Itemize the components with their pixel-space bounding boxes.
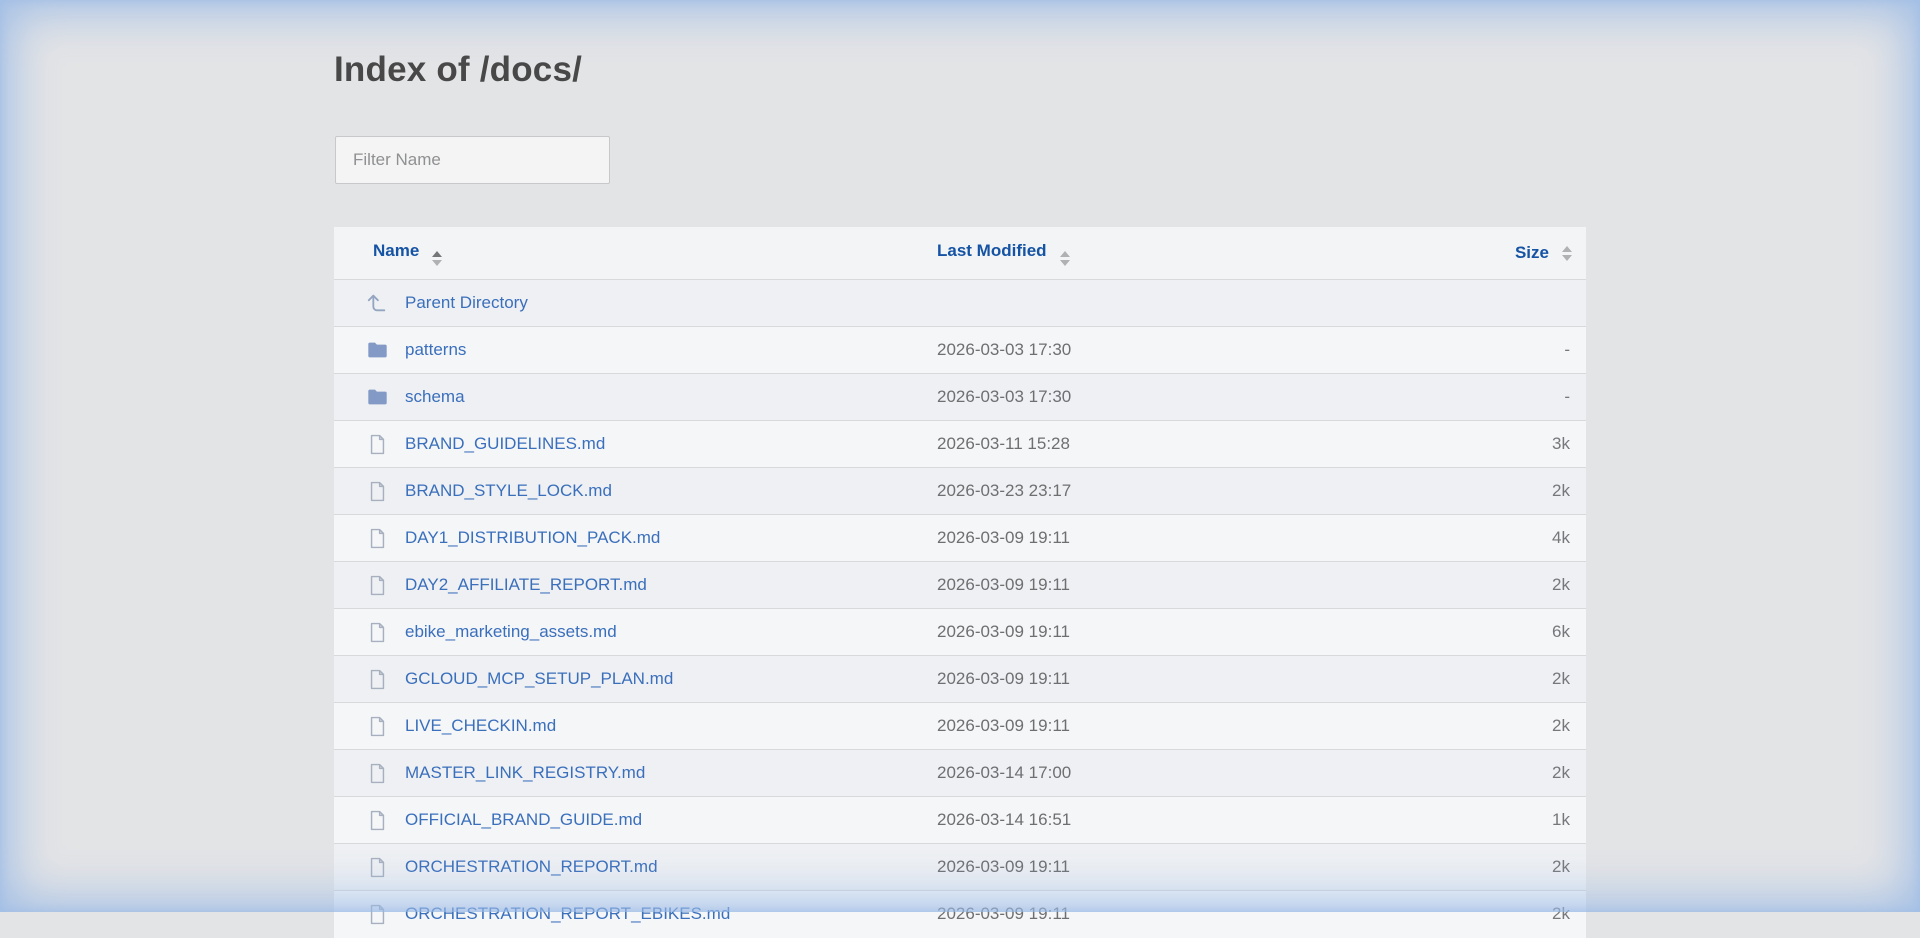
name-cell: LIVE_CHECKIN.md [334,703,937,750]
size-cell: 2k [1380,562,1586,609]
table-row: ORCHESTRATION_REPORT.md 2026-03-09 19:112… [334,844,1586,891]
file-link[interactable]: GCLOUD_MCP_SETUP_PLAN.md [405,669,673,689]
name-cell: DAY2_AFFILIATE_REPORT.md [334,562,937,609]
name-cell: ORCHESTRATION_REPORT.md [334,844,937,891]
table-row: Parent Directory [334,280,1586,327]
name-cell: BRAND_STYLE_LOCK.md [334,468,937,515]
file-link[interactable]: DAY2_AFFILIATE_REPORT.md [405,575,647,595]
file-link[interactable]: BRAND_GUIDELINES.md [405,434,605,454]
file-icon [366,621,388,643]
file-link[interactable]: ORCHESTRATION_REPORT.md [405,857,658,877]
name-cell: GCLOUD_MCP_SETUP_PLAN.md [334,656,937,703]
file-icon [366,574,388,596]
table-row: patterns 2026-03-03 17:30- [334,327,1586,374]
modified-cell: 2026-03-14 16:51 [937,797,1380,844]
size-cell: 2k [1380,656,1586,703]
folder-link[interactable]: patterns [405,340,466,360]
column-header-name[interactable]: Name [334,227,937,280]
name-cell: Parent Directory [334,280,937,327]
name-cell: patterns [334,327,937,374]
file-icon [366,433,388,455]
file-icon [366,762,388,784]
page-title: Index of /docs/ [334,50,582,90]
table-row: ebike_marketing_assets.md 2026-03-09 19:1… [334,609,1586,656]
file-link[interactable]: OFFICIAL_BRAND_GUIDE.md [405,810,642,830]
file-link[interactable]: LIVE_CHECKIN.md [405,716,556,736]
table-row: BRAND_GUIDELINES.md 2026-03-11 15:283k [334,421,1586,468]
size-cell: 4k [1380,515,1586,562]
size-cell: 2k [1380,891,1586,938]
name-cell: OFFICIAL_BRAND_GUIDE.md [334,797,937,844]
file-icon [366,715,388,737]
name-cell: ORCHESTRATION_REPORT_EBIKES.md [334,891,937,938]
file-icon [366,527,388,549]
file-link[interactable]: MASTER_LINK_REGISTRY.md [405,763,645,783]
table-row: BRAND_STYLE_LOCK.md 2026-03-23 23:172k [334,468,1586,515]
modified-cell: 2026-03-09 19:11 [937,515,1380,562]
modified-cell: 2026-03-03 17:30 [937,327,1380,374]
parent-directory-link[interactable]: Parent Directory [405,293,528,313]
table-row: MASTER_LINK_REGISTRY.md 2026-03-14 17:002… [334,750,1586,797]
modified-cell [937,280,1380,327]
name-cell: BRAND_GUIDELINES.md [334,421,937,468]
table-row: ORCHESTRATION_REPORT_EBIKES.md 2026-03-09… [334,891,1586,938]
name-cell: DAY1_DISTRIBUTION_PACK.md [334,515,937,562]
modified-cell: 2026-03-03 17:30 [937,374,1380,421]
file-icon [366,480,388,502]
size-cell: 2k [1380,844,1586,891]
modified-cell: 2026-03-11 15:28 [937,421,1380,468]
table-row: LIVE_CHECKIN.md 2026-03-09 19:112k [334,703,1586,750]
file-icon [366,809,388,831]
file-icon [366,903,388,925]
file-link[interactable]: DAY1_DISTRIBUTION_PACK.md [405,528,660,548]
table-row: OFFICIAL_BRAND_GUIDE.md 2026-03-14 16:511… [334,797,1586,844]
size-cell: 2k [1380,468,1586,515]
column-header-last-modified[interactable]: Last Modified [937,227,1380,280]
modified-cell: 2026-03-09 19:11 [937,609,1380,656]
filter-name-input[interactable] [335,136,610,184]
size-cell: - [1380,327,1586,374]
table-row: DAY1_DISTRIBUTION_PACK.md 2026-03-09 19:1… [334,515,1586,562]
file-link[interactable]: ORCHESTRATION_REPORT_EBIKES.md [405,904,730,924]
corner-up-left-arrow-icon [366,292,388,314]
folder-icon [366,386,388,408]
table-header-row: Name Last Modified Size [334,227,1586,280]
size-cell [1380,280,1586,327]
modified-cell: 2026-03-14 17:00 [937,750,1380,797]
modified-cell: 2026-03-09 19:11 [937,844,1380,891]
sort-icon [1060,251,1070,266]
modified-cell: 2026-03-09 19:11 [937,891,1380,938]
modified-cell: 2026-03-09 19:11 [937,703,1380,750]
size-cell: 3k [1380,421,1586,468]
name-cell: schema [334,374,937,421]
table-row: DAY2_AFFILIATE_REPORT.md 2026-03-09 19:11… [334,562,1586,609]
file-icon [366,856,388,878]
file-link[interactable]: BRAND_STYLE_LOCK.md [405,481,612,501]
column-header-size[interactable]: Size [1380,227,1586,280]
size-cell: 2k [1380,750,1586,797]
modified-cell: 2026-03-23 23:17 [937,468,1380,515]
name-cell: ebike_marketing_assets.md [334,609,937,656]
file-listing-table: Name Last Modified Size Parent Directory… [334,227,1586,938]
size-cell: - [1380,374,1586,421]
modified-cell: 2026-03-09 19:11 [937,656,1380,703]
column-header-name-label: Name [373,241,419,260]
size-cell: 1k [1380,797,1586,844]
size-cell: 2k [1380,703,1586,750]
size-cell: 6k [1380,609,1586,656]
sort-icon [1562,246,1572,261]
modified-cell: 2026-03-09 19:11 [937,562,1380,609]
file-link[interactable]: ebike_marketing_assets.md [405,622,617,642]
table-row: schema 2026-03-03 17:30- [334,374,1586,421]
name-cell: MASTER_LINK_REGISTRY.md [334,750,937,797]
sort-icon [432,251,442,266]
file-icon [366,668,388,690]
folder-link[interactable]: schema [405,387,465,407]
column-header-size-label: Size [1515,243,1549,263]
folder-icon [366,339,388,361]
column-header-last-modified-label: Last Modified [937,241,1047,260]
table-row: GCLOUD_MCP_SETUP_PLAN.md 2026-03-09 19:11… [334,656,1586,703]
